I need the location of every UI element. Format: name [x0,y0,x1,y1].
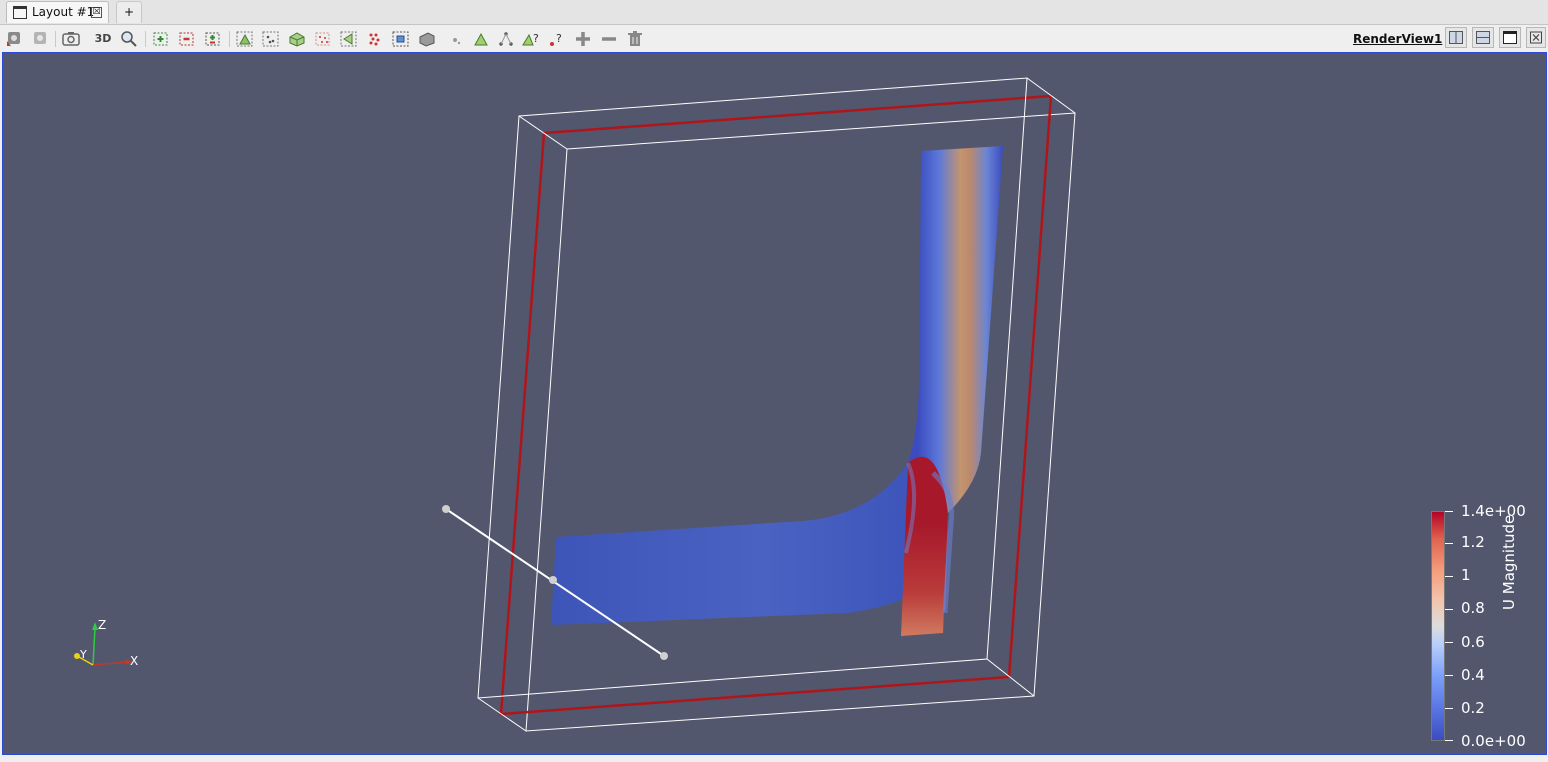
render-view-viewport[interactable]: Z Y X 1.4e+00 1.2 1 0.8 0.6 0.4 0.2 0.0e… [2,52,1547,755]
zoom-closest-icon[interactable] [203,29,223,49]
svg-text:?: ? [533,32,539,45]
maximize-button[interactable] [1499,27,1521,48]
pipe-inlet [551,463,908,625]
toolbar-separator [145,31,146,47]
select-frustum-points-icon[interactable] [313,29,333,49]
window-icon [13,6,27,19]
toolbar-separator [55,31,56,47]
select-frustum-cells-icon[interactable] [287,29,307,49]
tab-layout-1[interactable]: Layout #1 ☒ [6,1,109,23]
select-polygon-points-icon[interactable] [365,29,385,49]
color-legend-tick [1445,708,1453,709]
color-legend-tick [1445,642,1453,643]
hover-cells-icon[interactable] [471,29,491,49]
color-legend-label: 0.2 [1461,699,1485,717]
select-polygon-cells-icon[interactable] [339,29,359,49]
zoom-out-box-icon[interactable] [177,29,197,49]
layout-tab-bar: Layout #1 ☒ + [0,0,1548,25]
reset-camera-closest-icon[interactable] [30,29,50,49]
line-widget-handle [442,505,450,513]
capture-screenshot-icon[interactable] [61,29,81,49]
color-legend-label: 0.8 [1461,599,1485,617]
find-data-icon[interactable]: ? [521,29,541,49]
tab-close-icon[interactable]: ☒ [91,7,102,18]
axis-label-z: Z [98,618,106,632]
3d-toggle-button[interactable]: 3D [93,29,113,49]
render-view-title[interactable]: RenderView1 [1353,32,1442,46]
select-surface-cells-icon[interactable] [235,29,255,49]
color-legend-tick [1445,740,1453,741]
maximize-icon [1503,31,1517,44]
color-legend-label: 0.6 [1461,633,1485,651]
reset-camera-icon[interactable] [4,29,24,49]
line-widget-handle [549,576,557,584]
tab-label: Layout #1 [32,5,95,19]
close-view-button[interactable] [1526,27,1546,48]
render-view-toolbar: 3D ? ? [0,25,1548,52]
minus-icon[interactable] [599,29,619,49]
plus-icon[interactable] [573,29,593,49]
axis-label-y: Y [79,648,87,661]
close-icon [1530,31,1542,44]
hover-points-icon[interactable] [446,29,466,49]
line-widget-handle [660,652,668,660]
color-legend-tick [1445,511,1453,512]
query-points-icon[interactable]: ? [547,29,567,49]
color-legend-label: 1.2 [1461,533,1485,551]
color-legend-tick [1445,543,1453,544]
zoom-to-data-icon[interactable] [119,29,139,49]
grow-selection-icon[interactable] [496,29,516,49]
color-legend-min-label: 0.0e+00 [1461,732,1526,750]
axis-label-x: X [130,654,138,668]
color-legend-title: U Magnitude [1500,514,1518,610]
split-vertical-icon [1476,31,1490,44]
toolbar-separator [229,31,230,47]
select-surface-points-icon[interactable] [261,29,281,49]
clear-selection-trash-icon[interactable] [625,29,645,49]
color-legend-label: 1 [1461,566,1471,584]
split-vertical-button[interactable] [1472,27,1494,48]
svg-text:?: ? [556,32,562,45]
color-legend-tick [1445,675,1453,676]
color-legend-bar [1431,511,1445,741]
split-horizontal-button[interactable] [1445,27,1467,48]
select-block-icon[interactable] [391,29,411,49]
color-legend-tick [1445,609,1453,610]
color-legend-tick [1445,576,1453,577]
color-legend-label: 0.4 [1461,666,1485,684]
split-horizontal-icon [1449,31,1463,44]
orientation-axes: Z Y X [74,618,138,668]
zoom-to-box-icon[interactable] [151,29,171,49]
add-layout-tab-button[interactable]: + [116,1,142,23]
3d-scene [442,77,1076,732]
interactive-select-icon[interactable] [417,29,437,49]
